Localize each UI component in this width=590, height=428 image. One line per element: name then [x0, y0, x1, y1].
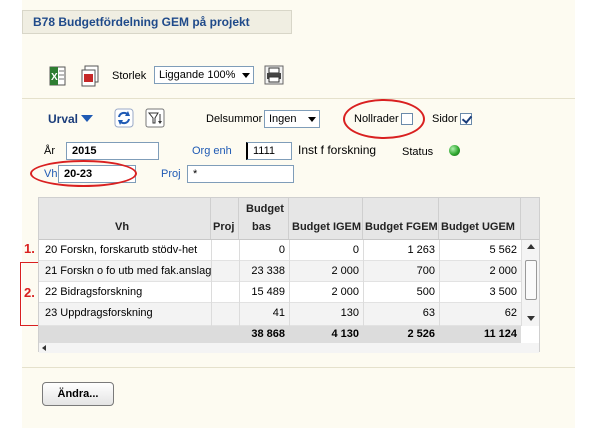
scroll-left-icon[interactable] — [42, 345, 46, 351]
highlight-ring-nollrader — [343, 99, 425, 139]
page-title: B78 Budgetfördelning GEM på projekt — [22, 10, 292, 34]
table-row[interactable]: 22 Bidragsforskning 15 489 2 000 500 3 5… — [39, 282, 521, 303]
totals-row: 38 868 4 130 2 526 11 124 — [39, 326, 521, 343]
storlek-value: Liggande 100% — [159, 69, 236, 81]
vertical-scrollbar[interactable] — [521, 240, 539, 326]
column-divider — [439, 240, 440, 333]
delsummor-select[interactable]: Ingen — [264, 110, 320, 128]
proj-input[interactable]: * — [187, 165, 294, 183]
column-divider — [289, 240, 290, 333]
filter-sort-icon[interactable] — [145, 108, 165, 128]
highlight-ring-vh — [30, 160, 137, 187]
refresh-icon[interactable] — [114, 108, 134, 128]
horizontal-scrollbar[interactable] — [39, 343, 539, 353]
budget-table: Vh Proj Budget bas Budget IGEM Budget FG… — [38, 197, 540, 353]
scroll-down-icon[interactable] — [527, 316, 535, 321]
andra-button[interactable]: Ändra... — [42, 382, 114, 406]
col-header-budget-fgem[interactable]: Budget FGEM — [363, 198, 439, 239]
urval-label[interactable]: Urval — [48, 112, 78, 126]
sidor-label: Sidor — [432, 113, 458, 125]
annotation-one: 1. — [24, 241, 35, 256]
delsummor-label: Delsummor — [206, 113, 263, 125]
print-icon[interactable] — [264, 65, 284, 85]
proj-label[interactable]: Proj — [161, 168, 181, 180]
scroll-thumb[interactable] — [525, 260, 537, 300]
table-row[interactable]: 20 Forskn, forskarutb stödv-het 0 0 1 26… — [39, 240, 521, 261]
pdf-export-icon[interactable] — [80, 65, 100, 87]
divider — [22, 98, 575, 99]
storlek-select[interactable]: Liggande 100% — [154, 66, 254, 84]
column-divider — [211, 240, 212, 333]
delsummor-value: Ingen — [269, 113, 297, 125]
svg-text:X: X — [51, 72, 58, 83]
annotation-bracket — [20, 262, 38, 326]
divider — [22, 367, 575, 368]
table-row[interactable]: 21 Forskn o fo utb med fak.anslag 23 338… — [39, 261, 521, 282]
excel-export-icon[interactable]: X — [48, 66, 68, 86]
storlek-label: Storlek — [112, 70, 147, 82]
col-header-budget-ugem[interactable]: Budget UGEM — [439, 198, 521, 239]
status-label: Status — [402, 146, 434, 158]
chevron-down-icon — [242, 73, 250, 78]
total-bas: 38 868 — [251, 328, 285, 340]
column-divider — [363, 240, 364, 333]
col-header-budget-igem[interactable]: Budget IGEM — [289, 198, 363, 239]
status-indicator-icon — [449, 145, 460, 156]
orgenh-name: Inst f forskning — [298, 143, 377, 157]
col-header-vh[interactable]: Vh — [39, 198, 211, 239]
orgenh-input[interactable]: 1111 — [246, 142, 292, 160]
col-header-proj[interactable]: Proj — [211, 198, 239, 239]
sidor-checkbox[interactable] — [460, 113, 472, 125]
urval-toggle-icon[interactable] — [81, 115, 93, 122]
table-header: Vh Proj Budget bas Budget IGEM Budget FG… — [39, 198, 539, 240]
total-fgem: 2 526 — [407, 328, 435, 340]
ar-label: År — [44, 145, 55, 157]
column-divider — [239, 240, 240, 333]
table-row[interactable]: 23 Uppdragsforskning 41 130 63 62 — [39, 303, 521, 326]
total-igem: 4 130 — [331, 328, 359, 340]
orgenh-label[interactable]: Org enh — [192, 145, 232, 157]
ar-input[interactable]: 2015 — [66, 142, 159, 160]
scroll-up-icon[interactable] — [527, 244, 535, 249]
total-ugem: 11 124 — [483, 328, 517, 340]
chevron-down-icon — [308, 117, 316, 122]
col-header-budget-bas[interactable]: Budget bas — [239, 198, 289, 239]
